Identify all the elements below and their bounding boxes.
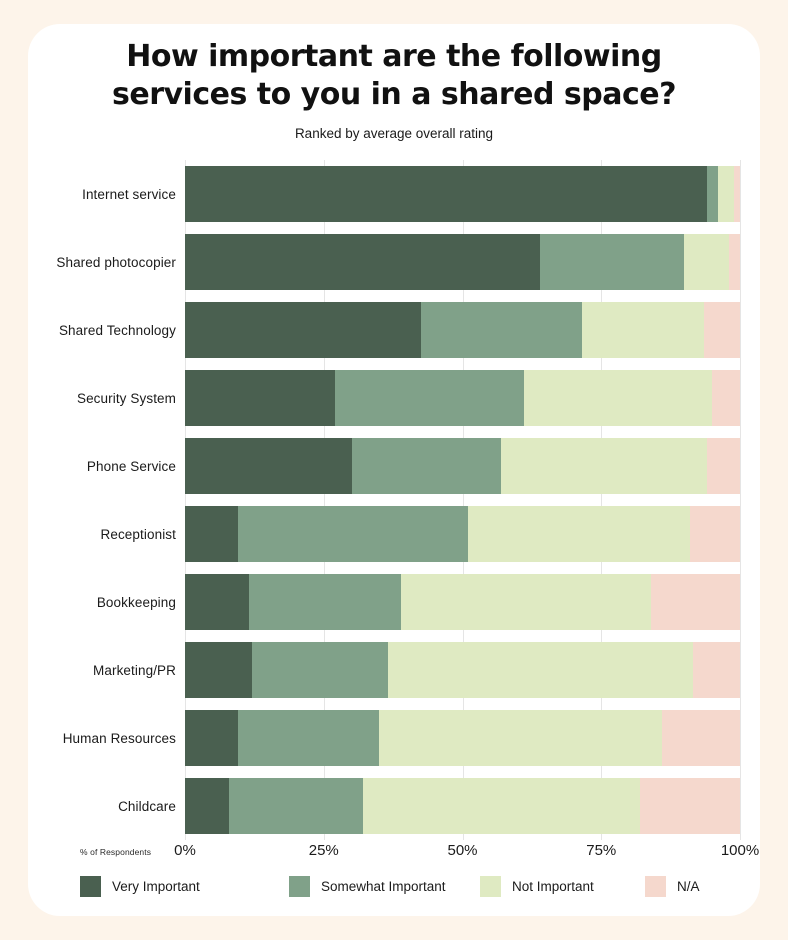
legend-swatch-na [645, 875, 666, 897]
stacked-bar [185, 506, 740, 562]
category-label: Bookkeeping [96, 594, 176, 610]
legend-label: Somewhat Important [321, 878, 446, 894]
x-axis-tick: 0% [174, 842, 196, 859]
x-axis-tick: 75% [586, 842, 617, 859]
bar-row: Phone Service [28, 432, 760, 500]
legend-item[interactable]: Very Important [80, 875, 200, 897]
category-label: Childcare [118, 798, 176, 814]
bar-segment-very-important [185, 438, 352, 494]
bar-segment-na [703, 302, 740, 358]
bar-segment-na [692, 642, 740, 698]
legend-swatch-very-important [80, 875, 101, 897]
bar-segment-na [640, 778, 740, 834]
bar-segment-somewhat-important [420, 302, 582, 358]
x-axis: 0% 25% 50% 75% 100% [174, 842, 759, 864]
legend-swatch-not-important [480, 875, 501, 897]
chart-legend: Very Important Somewhat Important Not Impo… [80, 872, 740, 900]
chart-plot-area: Internet service Shared photocopier Shared… [28, 160, 760, 840]
bar-segment-very-important [185, 234, 541, 290]
category-label: Internet service [82, 186, 176, 202]
category-label: Human Resources [62, 730, 176, 746]
bar-segment-na [706, 438, 740, 494]
bar-row: Shared photocopier [28, 228, 760, 296]
bar-segment-somewhat-important [248, 574, 402, 630]
bar-segment-na [662, 710, 740, 766]
bar-segment-not-important [401, 574, 652, 630]
x-axis-tick: 50% [447, 842, 478, 859]
bar-segment-somewhat-important [251, 642, 388, 698]
bar-segment-na [734, 166, 740, 222]
chart-header: How important are the following services… [28, 24, 760, 141]
legend-label: Very Important [112, 878, 200, 894]
bar-segment-not-important [387, 642, 693, 698]
stacked-bar [185, 778, 740, 834]
bar-segment-not-important [717, 166, 735, 222]
bar-segment-somewhat-important [237, 710, 380, 766]
bar-segment-somewhat-important [229, 778, 363, 834]
stacked-bar [185, 234, 740, 290]
bar-row: Childcare [28, 772, 760, 840]
category-label: Shared Technology [58, 322, 176, 338]
bar-segment-very-important [185, 710, 238, 766]
x-axis-tick: 100% [720, 842, 760, 859]
bar-segment-na [728, 234, 740, 290]
bar-segment-very-important [185, 370, 335, 426]
bar-segment-na [690, 506, 740, 562]
x-axis-caption: % of Respondents [80, 847, 152, 857]
legend-label: Not Important [512, 878, 594, 894]
bar-segment-not-important [684, 234, 729, 290]
stacked-bar [185, 166, 740, 222]
bar-segment-very-important [185, 778, 230, 834]
legend-item[interactable]: Not Important [480, 875, 594, 897]
bar-segment-not-important [581, 302, 704, 358]
bar-row: Marketing/PR [28, 636, 760, 704]
bar-segment-very-important [185, 574, 249, 630]
bar-segment-not-important [379, 710, 663, 766]
category-label: Receptionist [100, 526, 176, 542]
category-label: Phone Service [86, 458, 176, 474]
bar-segment-very-important [185, 166, 707, 222]
chart-card: How important are the following services… [28, 24, 760, 916]
category-label: Marketing/PR [93, 662, 176, 678]
bar-segment-very-important [185, 506, 238, 562]
bar-segment-na [712, 370, 740, 426]
bar-segment-somewhat-important [334, 370, 524, 426]
page-title: How important are the following services… [111, 39, 677, 112]
bar-row: Internet service [28, 160, 760, 228]
stacked-bar [185, 370, 740, 426]
bar-row: Human Resources [28, 704, 760, 772]
stacked-bar [185, 438, 740, 494]
legend-item[interactable]: Somewhat Important [289, 875, 446, 897]
bar-segment-somewhat-important [351, 438, 502, 494]
bar-row: Security System [28, 364, 760, 432]
bar-segment-not-important [468, 506, 691, 562]
bar-segment-somewhat-important [706, 166, 718, 222]
bar-segment-somewhat-important [540, 234, 685, 290]
bar-segment-not-important [362, 778, 641, 834]
category-label: Security System [76, 390, 176, 406]
legend-swatch-somewhat-important [289, 875, 310, 897]
legend-item[interactable]: N/A [645, 875, 700, 897]
category-label: Shared photocopier [56, 254, 176, 270]
bar-segment-not-important [501, 438, 707, 494]
stacked-bar [185, 642, 740, 698]
stacked-bar [185, 574, 740, 630]
bar-row: Bookkeeping [28, 568, 760, 636]
bar-segment-not-important [523, 370, 713, 426]
stacked-bar [185, 710, 740, 766]
bar-segment-very-important [185, 642, 252, 698]
legend-label: N/A [677, 878, 700, 894]
bar-segment-somewhat-important [237, 506, 469, 562]
bar-segment-very-important [185, 302, 421, 358]
bar-row: Shared Technology [28, 296, 760, 364]
bar-segment-na [651, 574, 740, 630]
bar-row: Receptionist [28, 500, 760, 568]
x-axis-tick: 25% [308, 842, 339, 859]
chart-subtitle: Ranked by average overall rating [294, 126, 494, 141]
stacked-bar [185, 302, 740, 358]
